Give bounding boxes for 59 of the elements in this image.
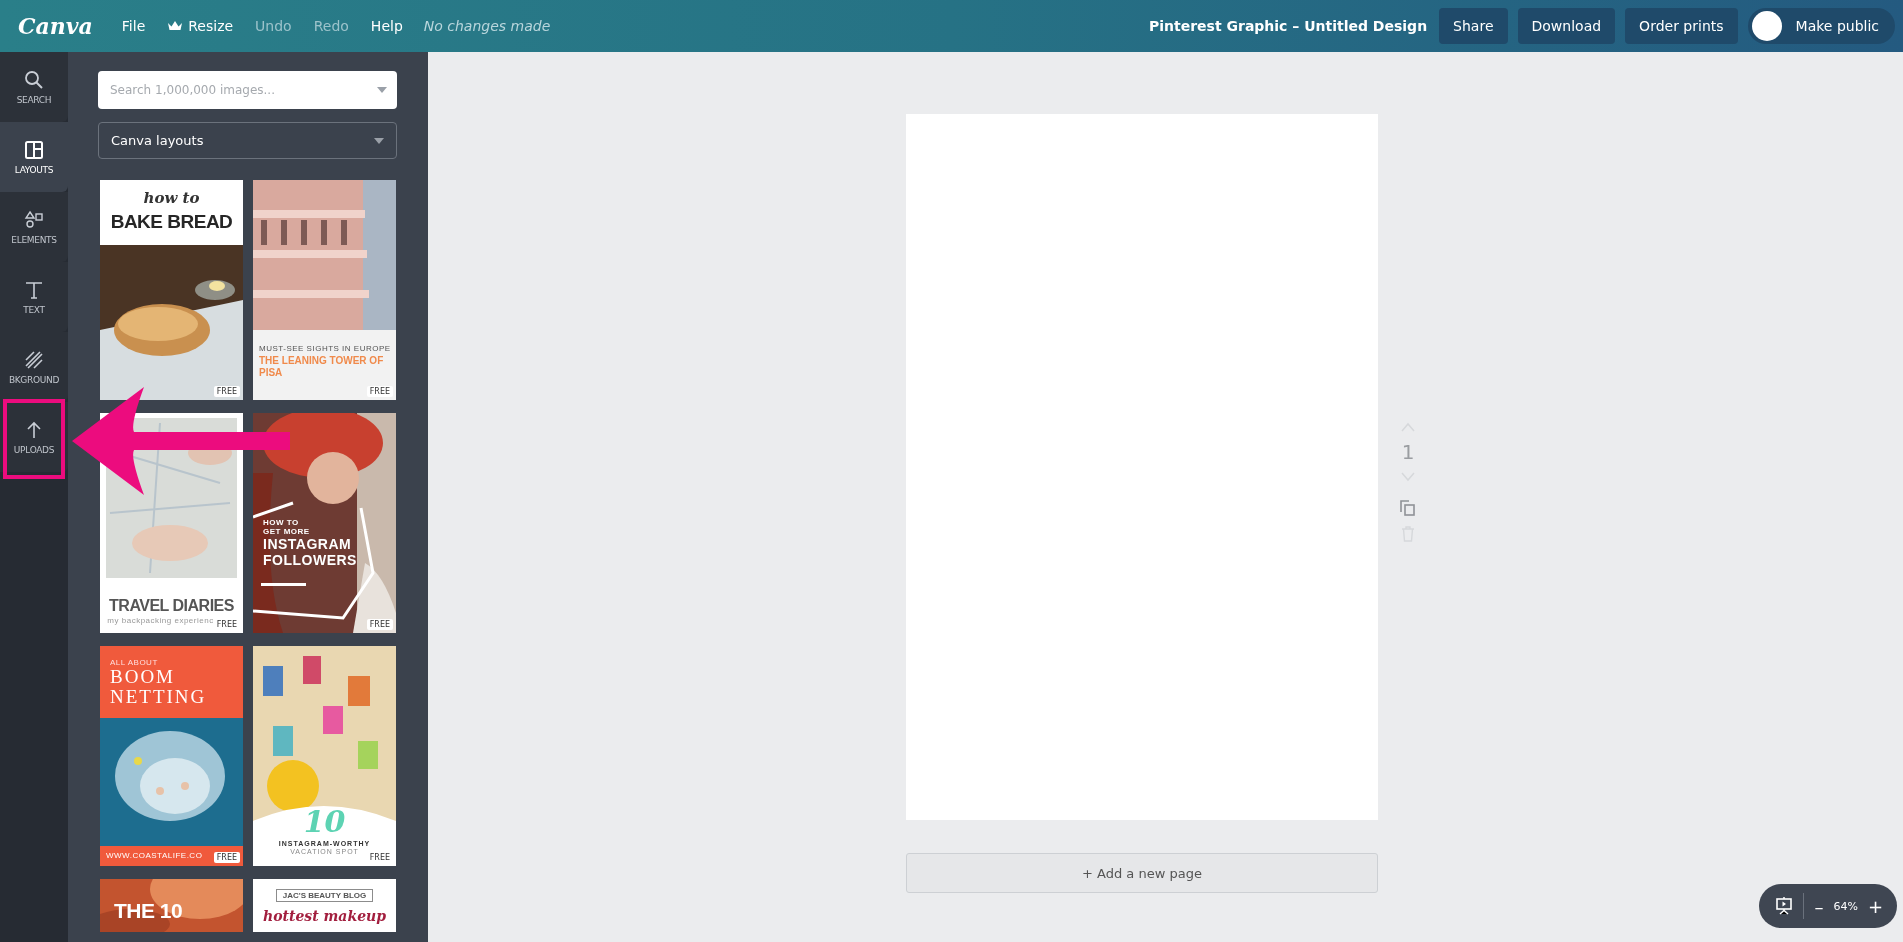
shapes-icon bbox=[24, 209, 44, 230]
layout-icon bbox=[24, 139, 44, 160]
template-text: HOW TO bbox=[263, 518, 299, 528]
toggle-knob bbox=[1751, 11, 1782, 41]
hatch-icon bbox=[24, 349, 44, 370]
layout-thumbnail[interactable]: JAC'S BEAUTY BLOG hottest makeup bbox=[253, 879, 396, 932]
layout-source-dropdown[interactable]: Canva layouts bbox=[98, 122, 397, 159]
sidebar-tab[interactable]: TEXT bbox=[0, 262, 68, 332]
zoom-in-button[interactable]: + bbox=[1867, 895, 1883, 917]
crown-icon bbox=[167, 20, 184, 32]
add-page-button[interactable]: + Add a new page bbox=[906, 853, 1378, 893]
menu-item[interactable]: File bbox=[110, 14, 157, 38]
template-text: BAKE BREAD bbox=[110, 211, 233, 234]
layout-thumbnail[interactable]: HOW TO GET MORE INSTAGRAM FOLLOWERS FREE bbox=[253, 413, 396, 633]
text-icon bbox=[24, 279, 44, 300]
make-public-toggle[interactable]: Make public bbox=[1747, 8, 1895, 44]
menu-item[interactable]: Resize bbox=[156, 14, 245, 38]
present-button[interactable] bbox=[1775, 897, 1794, 915]
zoom-out-button[interactable]: – bbox=[1814, 895, 1824, 917]
template-text: WWW.COASTALIFE.CO bbox=[106, 851, 203, 860]
template-text: THE 10 bbox=[114, 899, 183, 924]
free-badge: FREE bbox=[213, 852, 240, 863]
free-badge: FREE bbox=[366, 386, 393, 397]
template-text: JAC'S BEAUTY BLOG bbox=[275, 889, 374, 903]
sidebar-tab[interactable]: BKGROUND bbox=[0, 332, 68, 402]
dropdown-caret-icon bbox=[374, 137, 384, 144]
template-text: my backpacking experienc bbox=[107, 615, 214, 625]
presentation-icon bbox=[1775, 897, 1794, 915]
save-status: No changes made bbox=[423, 18, 551, 34]
template-text: MUST-SEE SIGHTS IN EUROPE bbox=[259, 343, 391, 353]
top-button[interactable]: Download bbox=[1517, 8, 1616, 44]
logo[interactable]: Canva bbox=[18, 13, 93, 39]
template-text: 10 bbox=[303, 805, 346, 840]
template-text: GET MORE bbox=[263, 527, 310, 537]
free-badge: FREE bbox=[213, 386, 240, 397]
template-text: THE LEANING TOWER OF PISA bbox=[259, 354, 385, 378]
template-text: how to bbox=[143, 190, 200, 208]
dropdown-caret-icon bbox=[377, 87, 387, 93]
top-button[interactable]: Share bbox=[1439, 8, 1508, 44]
template-text: TRAVEL DIARIES bbox=[109, 597, 234, 616]
layout-thumbnail[interactable]: MUST-SEE SIGHTS IN EUROPE THE LEANING TOWER OF PISA FREE bbox=[253, 180, 396, 400]
search-field[interactable]: Search 1,000,000 images... bbox=[98, 71, 397, 109]
sidebar-tab[interactable]: LAYOUTS bbox=[0, 122, 68, 192]
search-icon bbox=[24, 69, 44, 90]
sidebar-tab[interactable]: ELEMENTS bbox=[0, 192, 68, 262]
design-title: Pinterest Graphic – Untitled Design bbox=[1148, 18, 1428, 34]
top-button[interactable]: Order prints bbox=[1625, 8, 1738, 44]
template-text: BOOM NETTING bbox=[110, 667, 208, 708]
template-text: hottest makeup bbox=[262, 908, 386, 925]
free-badge: FREE bbox=[366, 619, 393, 630]
layout-thumbnail[interactable]: how to BAKE BREAD FREE bbox=[100, 180, 243, 400]
menu-item[interactable]: Help bbox=[359, 14, 414, 38]
zoom-level: 64% bbox=[1833, 899, 1858, 913]
duplicate-icon bbox=[1400, 500, 1416, 516]
template-text: ALL ABOUT bbox=[110, 658, 158, 668]
sidebar-tab[interactable]: SEARCH bbox=[0, 52, 68, 122]
layout-thumbnail[interactable]: THE 10 bbox=[100, 879, 243, 932]
page-number: 1 bbox=[1401, 442, 1415, 462]
layout-thumbnail[interactable]: ALL ABOUT BOOM NETTING WWW.COASTALIFE.CO FREE bbox=[100, 646, 243, 866]
